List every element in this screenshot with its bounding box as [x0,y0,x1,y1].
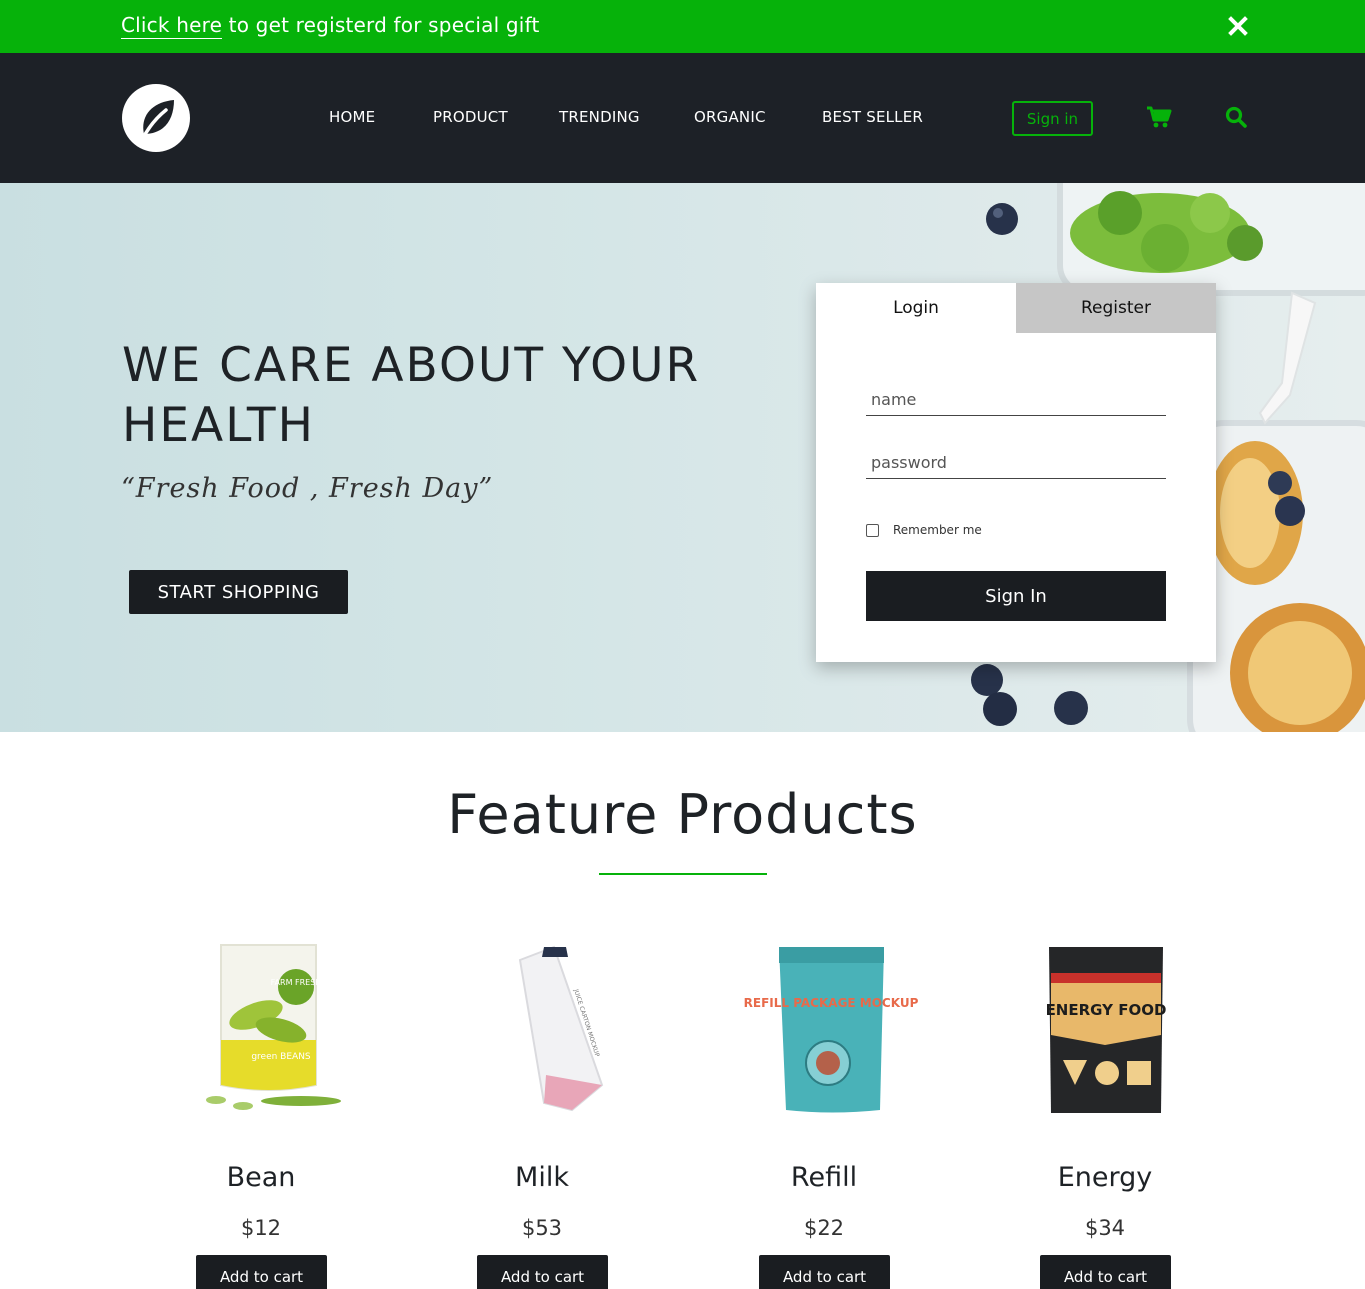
product-card: REFILL PACKAGE MOCKUP Refill $22 Add to … [724,935,924,1289]
signin-submit-button[interactable]: Sign In [866,571,1166,621]
cart-icon[interactable] [1146,105,1172,129]
start-shopping-button[interactable]: START SHOPPING [129,570,348,614]
refill-label-text: REFILL PACKAGE MOCKUP [744,996,919,1010]
announcement-bar: Click here to get registerd for special … [0,0,1365,53]
product-price: $12 [240,1216,282,1240]
site-logo[interactable] [122,84,190,152]
remember-me-checkbox[interactable] [866,523,879,537]
announcement-message: Click here to get registerd for special … [121,13,540,39]
green-beans-pouch-image[interactable]: FARM FRESH green BEANS [161,935,361,1120]
close-icon[interactable] [1226,14,1250,38]
energy-label-text: ENERGY FOOD [1046,1001,1167,1019]
product-name: Refill [790,1162,858,1193]
name-input[interactable] [866,384,1166,416]
product-card: JUICE CARTON MOCKUP Milk $53 Add to cart [442,935,642,1289]
nav-home[interactable]: HOME [329,108,375,126]
signin-button[interactable]: Sign in [1012,101,1093,136]
remember-me-label: Remember me [893,523,982,537]
product-name: Bean [226,1162,296,1193]
feature-products-title: Feature Products [447,783,918,846]
product-price: $34 [1084,1216,1126,1240]
leaf-icon [140,100,174,142]
add-to-cart-button[interactable]: Add to cart [1040,1255,1171,1289]
nav-trending[interactable]: TRENDING [559,108,640,126]
bean-brand-text: FARM FRESH [271,978,322,987]
password-input[interactable] [866,447,1166,479]
energy-food-bag-image[interactable]: ENERGY FOOD [1005,935,1205,1120]
auth-card: Login Register Remember me Sign In [816,283,1216,662]
announcement-text: to get registerd for special gift [222,13,540,37]
nav-product[interactable]: PRODUCT [433,108,508,126]
product-card: ENERGY FOOD Energy $34 Add to cart [1005,935,1205,1289]
bean-product-text: green BEANS [251,1052,311,1062]
hero-title: WE CARE ABOUT YOUR HEALTH [122,338,701,453]
navbar: HOME PRODUCT TRENDING ORGANIC BEST SELLE… [0,53,1365,183]
tab-register[interactable]: Register [1016,283,1216,333]
add-to-cart-button[interactable]: Add to cart [196,1255,327,1289]
remember-me: Remember me [866,523,982,537]
hero-section: WE CARE ABOUT YOUR HEALTH “Fresh Food , … [0,183,1365,732]
add-to-cart-button[interactable]: Add to cart [477,1255,608,1289]
product-name: Energy [1057,1162,1153,1193]
hero-subtitle: “Fresh Food , Fresh Day” [121,473,494,504]
product-price: $22 [803,1216,845,1240]
product-card: FARM FRESH green BEANS Bean $12 Add to c… [161,935,361,1289]
register-gift-link[interactable]: Click here [121,13,223,39]
tab-login[interactable]: Login [816,283,1016,333]
search-icon[interactable] [1224,105,1248,129]
product-name: Milk [515,1162,569,1193]
juice-carton-image[interactable]: JUICE CARTON MOCKUP [442,935,642,1120]
nav-best-seller[interactable]: BEST SELLER [822,108,923,126]
title-divider [599,873,767,875]
refill-package-pouch-image[interactable]: REFILL PACKAGE MOCKUP [724,935,924,1120]
product-price: $53 [521,1216,563,1240]
add-to-cart-button[interactable]: Add to cart [759,1255,890,1289]
nav-organic[interactable]: ORGANIC [694,108,766,126]
